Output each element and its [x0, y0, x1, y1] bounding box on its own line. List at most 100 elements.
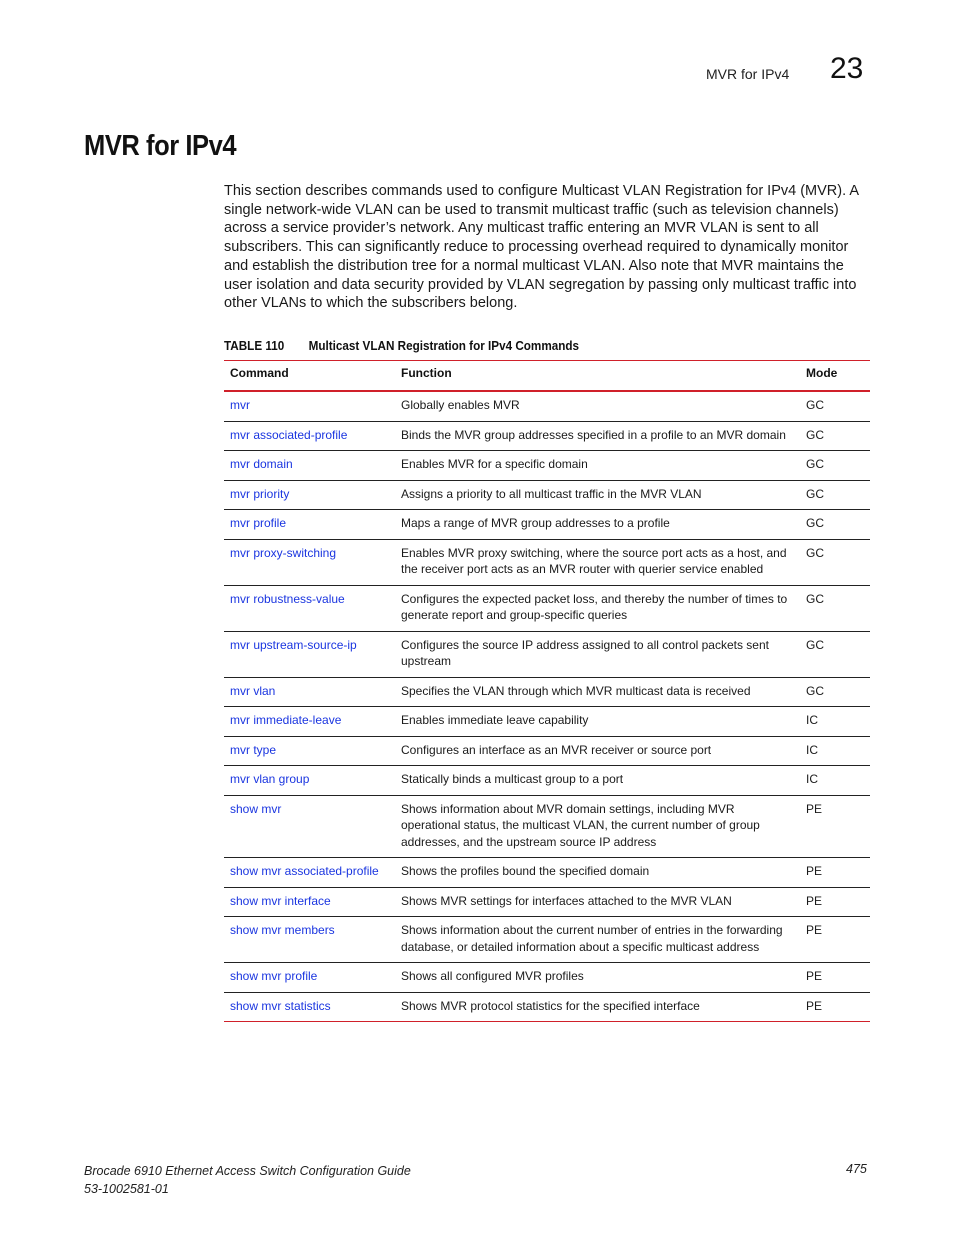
- mode-cell: PE: [806, 893, 823, 908]
- mode-cell: GC: [806, 545, 824, 560]
- function-cell: Shows all configured MVR profiles: [401, 969, 584, 983]
- table-row: show mvr profile Shows all configured MVR…: [224, 963, 870, 993]
- mode-cell: GC: [806, 398, 824, 412]
- function-cell: Enables MVR proxy switching, where the s…: [401, 545, 787, 577]
- command-cell: mvr vlan group: [224, 766, 395, 796]
- mode-cell: PE: [806, 864, 823, 878]
- table-caption: TABLE 110 Multicast VLAN Registration for…: [224, 338, 579, 353]
- function-cell: Configures the source IP address assigne…: [401, 637, 769, 669]
- table-row: mvr robustness-value Configures the expec…: [224, 585, 870, 631]
- mode-cell: GC: [806, 516, 824, 530]
- table-row: show mvr statistics Shows MVR protocol st…: [224, 992, 870, 1022]
- table-row: mvr priority Assigns a priority to all mu…: [224, 480, 870, 510]
- command-cell: mvr robustness-value: [224, 585, 395, 631]
- table-row: mvr associated-profile Binds the MVR grou…: [224, 421, 870, 451]
- table-header-row: Command Function Mode: [224, 360, 870, 391]
- command-link[interactable]: mvr upstream-source-ip: [230, 638, 357, 652]
- table-row: mvr Globally enables MVR GC: [224, 391, 870, 421]
- function-cell: Statically binds a multicast group to a …: [401, 772, 624, 786]
- table-row: show mvr members Shows information about …: [224, 917, 870, 963]
- footer-guide-title: Brocade 6910 Ethernet Access Switch Conf…: [84, 1164, 411, 1178]
- column-header-function: Function: [401, 366, 452, 380]
- intro-paragraph: This section describes commands used to …: [224, 183, 859, 312]
- command-cell: show mvr associated-profile: [224, 858, 395, 888]
- footer-doc-number: 53-1002581-01: [84, 1182, 169, 1196]
- command-link[interactable]: mvr associated-profile: [230, 428, 347, 442]
- table-row: mvr domain Enables MVR for a specific dom…: [224, 451, 870, 481]
- command-link[interactable]: mvr vlan: [230, 684, 275, 698]
- table-row: show mvr Shows information about MVR doma…: [224, 795, 870, 858]
- command-link[interactable]: mvr immediate-leave: [230, 713, 341, 727]
- function-cell: Specifies the VLAN through which MVR mul…: [401, 683, 751, 698]
- function-cell: Assigns a priority to all multicast traf…: [401, 486, 702, 501]
- command-link[interactable]: show mvr members: [230, 923, 335, 937]
- footer-left: Brocade 6910 Ethernet Access Switch Conf…: [84, 1162, 411, 1198]
- table-row: mvr vlan Specifies the VLAN through which…: [224, 677, 870, 707]
- function-cell: Shows information about the current numb…: [401, 923, 783, 954]
- page-title: MVR for IPv4: [84, 130, 237, 162]
- command-cell: mvr: [224, 391, 395, 421]
- command-cell: show mvr statistics: [224, 992, 395, 1022]
- command-link[interactable]: mvr type: [230, 743, 276, 757]
- command-link[interactable]: show mvr: [230, 802, 281, 816]
- function-cell: Shows information about MVR domain setti…: [401, 801, 760, 849]
- command-link[interactable]: show mvr profile: [230, 969, 317, 983]
- command-link[interactable]: show mvr interface: [230, 894, 331, 908]
- function-cell: Shows MVR protocol statistics for the sp…: [401, 998, 700, 1013]
- command-link[interactable]: mvr proxy-switching: [230, 546, 336, 560]
- running-header-title: MVR for IPv4: [706, 66, 790, 82]
- command-cell: mvr type: [224, 736, 395, 766]
- footer-page-number: 475: [846, 1162, 867, 1176]
- command-cell: show mvr profile: [224, 963, 395, 993]
- table-row: mvr proxy-switching Enables MVR proxy swi…: [224, 539, 870, 585]
- mode-cell: IC: [806, 713, 818, 727]
- function-cell: Enables MVR for a specific domain: [401, 457, 588, 471]
- function-cell: Shows MVR settings for interfaces attach…: [401, 893, 732, 908]
- commands-table: Command Function Mode mvr Globally enable…: [224, 360, 870, 1022]
- command-cell: mvr vlan: [224, 677, 395, 707]
- table-row: show mvr associated-profile Shows the pro…: [224, 858, 870, 888]
- table-row: mvr immediate-leave Enables immediate lea…: [224, 707, 870, 737]
- function-cell: Configures the expected packet loss, and…: [401, 591, 788, 623]
- mode-cell: GC: [806, 591, 824, 606]
- table-row: mvr upstream-source-ip Configures the sou…: [224, 631, 870, 677]
- function-cell: Shows the profiles bound the specified d…: [401, 864, 650, 878]
- mode-cell: IC: [806, 742, 818, 757]
- function-cell: Binds the MVR group addresses specified …: [401, 427, 786, 442]
- function-cell: Maps a range of MVR group addresses to a…: [401, 516, 670, 530]
- command-cell: show mvr interface: [224, 887, 395, 917]
- command-cell: mvr upstream-source-ip: [224, 631, 395, 677]
- command-link[interactable]: mvr profile: [230, 516, 286, 530]
- mode-cell: IC: [806, 772, 818, 786]
- mode-cell: GC: [806, 457, 824, 471]
- command-cell: mvr profile: [224, 510, 395, 540]
- mode-cell: GC: [806, 427, 824, 442]
- command-link[interactable]: show mvr associated-profile: [230, 864, 379, 878]
- command-link[interactable]: mvr priority: [230, 487, 289, 501]
- command-link[interactable]: show mvr statistics: [230, 999, 331, 1013]
- function-cell: Configures an interface as an MVR receiv…: [401, 742, 712, 757]
- command-link[interactable]: mvr domain: [230, 457, 293, 471]
- command-cell: mvr proxy-switching: [224, 539, 395, 585]
- command-cell: mvr associated-profile: [224, 421, 395, 451]
- function-cell: Globally enables MVR: [401, 398, 520, 412]
- command-link[interactable]: mvr: [230, 398, 250, 412]
- table-caption-number: TABLE 110: [224, 338, 285, 353]
- mode-cell: PE: [806, 801, 823, 816]
- mode-cell: GC: [806, 683, 824, 698]
- command-cell: mvr domain: [224, 451, 395, 481]
- mode-cell: GC: [806, 637, 824, 652]
- column-header-command: Command: [230, 366, 289, 380]
- table-caption-title: Multicast VLAN Registration for IPv4 Com…: [308, 338, 580, 353]
- mode-cell: GC: [806, 486, 824, 501]
- command-cell: mvr immediate-leave: [224, 707, 395, 737]
- command-cell: mvr priority: [224, 480, 395, 510]
- command-link[interactable]: mvr vlan group: [230, 772, 309, 786]
- chapter-number: 23: [830, 52, 864, 85]
- command-cell: show mvr: [224, 795, 395, 858]
- table-row: mvr profile Maps a range of MVR group add…: [224, 510, 870, 540]
- mode-cell: PE: [806, 923, 823, 937]
- command-link[interactable]: mvr robustness-value: [230, 592, 345, 606]
- mode-cell: PE: [806, 998, 823, 1013]
- table-row: mvr type Configures an interface as an MV…: [224, 736, 870, 766]
